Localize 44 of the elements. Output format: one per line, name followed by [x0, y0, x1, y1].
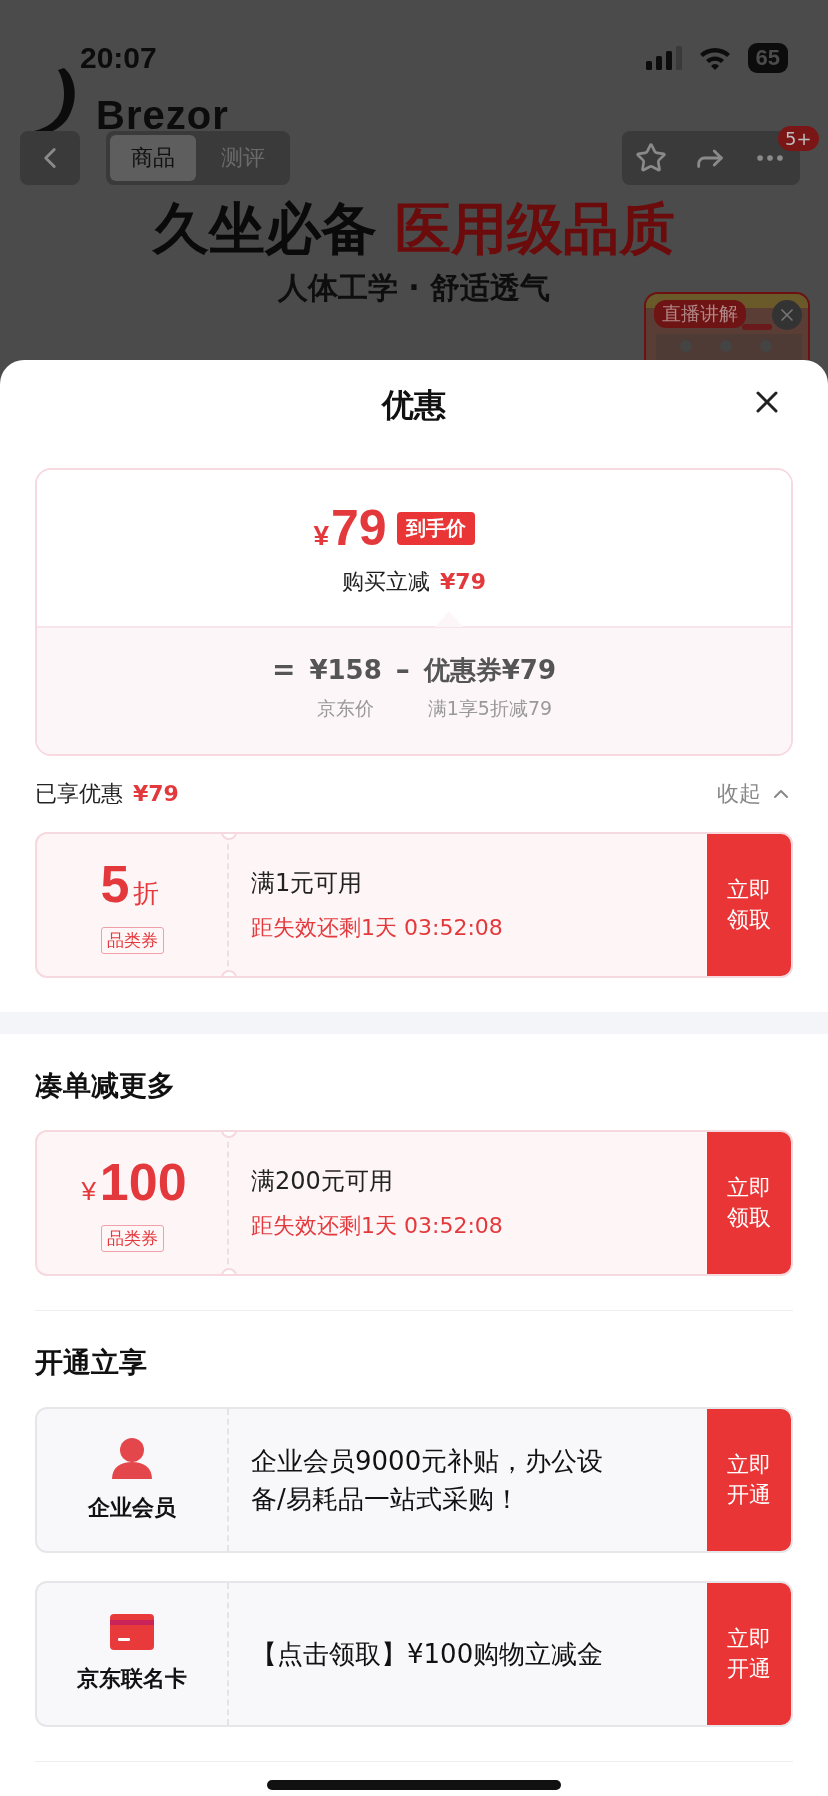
section-title: 开通立享: [35, 1345, 148, 1381]
live-label: 直播讲解: [654, 300, 746, 328]
offer-description: 企业会员9000元补贴，办公设备/易耗品一站式采购！: [251, 1445, 605, 1516]
collapse-toggle[interactable]: 收起: [717, 779, 793, 809]
star-icon[interactable]: [635, 142, 667, 174]
formula-value: ¥158: [309, 654, 382, 687]
coupon-type-tag: 品类券: [100, 1225, 164, 1252]
claim-button[interactable]: 立即领取: [707, 1132, 791, 1274]
live-thumbnail[interactable]: 直播讲解: [644, 292, 810, 360]
banner-headline: 久坐必备 医用级品质: [151, 195, 676, 263]
enjoyed-discount: 已享优惠 ¥79: [35, 780, 179, 808]
coupon-condition: 满200元可用: [251, 1166, 394, 1197]
operator-sign: =: [271, 652, 296, 688]
coupon-countdown: 距失效还剩1天 03:52:08: [251, 914, 504, 942]
price-tag: 到手价: [396, 511, 475, 545]
formula-caption: 京东价: [317, 696, 375, 721]
claim-button[interactable]: 立即领取: [707, 834, 791, 976]
person-icon: [110, 1437, 154, 1479]
coupon-condition: 满1元可用: [251, 868, 364, 899]
saving-text: 购买立减 ¥79: [342, 568, 486, 596]
formula-value: 优惠券¥79: [423, 654, 557, 687]
card-icon: [110, 1614, 154, 1650]
offer-name: 京东联名卡: [77, 1665, 187, 1693]
page-tab[interactable]: 商品: [110, 135, 196, 181]
operator-sign: –: [395, 652, 410, 688]
offer-name: 企业会员: [88, 1494, 176, 1522]
offer-description: 【点击领取】¥100购物立减金: [251, 1638, 605, 1671]
banner-subtitle: 人体工学 · 舒适透气: [276, 269, 552, 307]
notification-badge: 5+: [778, 126, 819, 151]
coupon-countdown: 距失效还剩1天 03:52:08: [251, 1212, 504, 1240]
activate-button[interactable]: 立即开通: [707, 1583, 791, 1725]
final-price: ¥79: [313, 499, 387, 557]
sheet-title: 优惠: [382, 385, 446, 426]
formula-caption: 满1享5折减79: [427, 696, 553, 721]
coupon-type-tag: 品类券: [100, 927, 164, 954]
signal-icon: [645, 46, 682, 70]
status-time: 20:07: [80, 41, 157, 75]
battery-level: 65: [747, 43, 788, 73]
section-title: 凑单减更多: [35, 1068, 176, 1104]
coupon-amount: 5折: [100, 856, 161, 915]
activate-button[interactable]: 立即开通: [707, 1409, 791, 1551]
coupon-amount: ¥100: [80, 1154, 187, 1213]
back-button[interactable]: [20, 131, 80, 185]
brand-logo: Brezor: [96, 93, 229, 138]
